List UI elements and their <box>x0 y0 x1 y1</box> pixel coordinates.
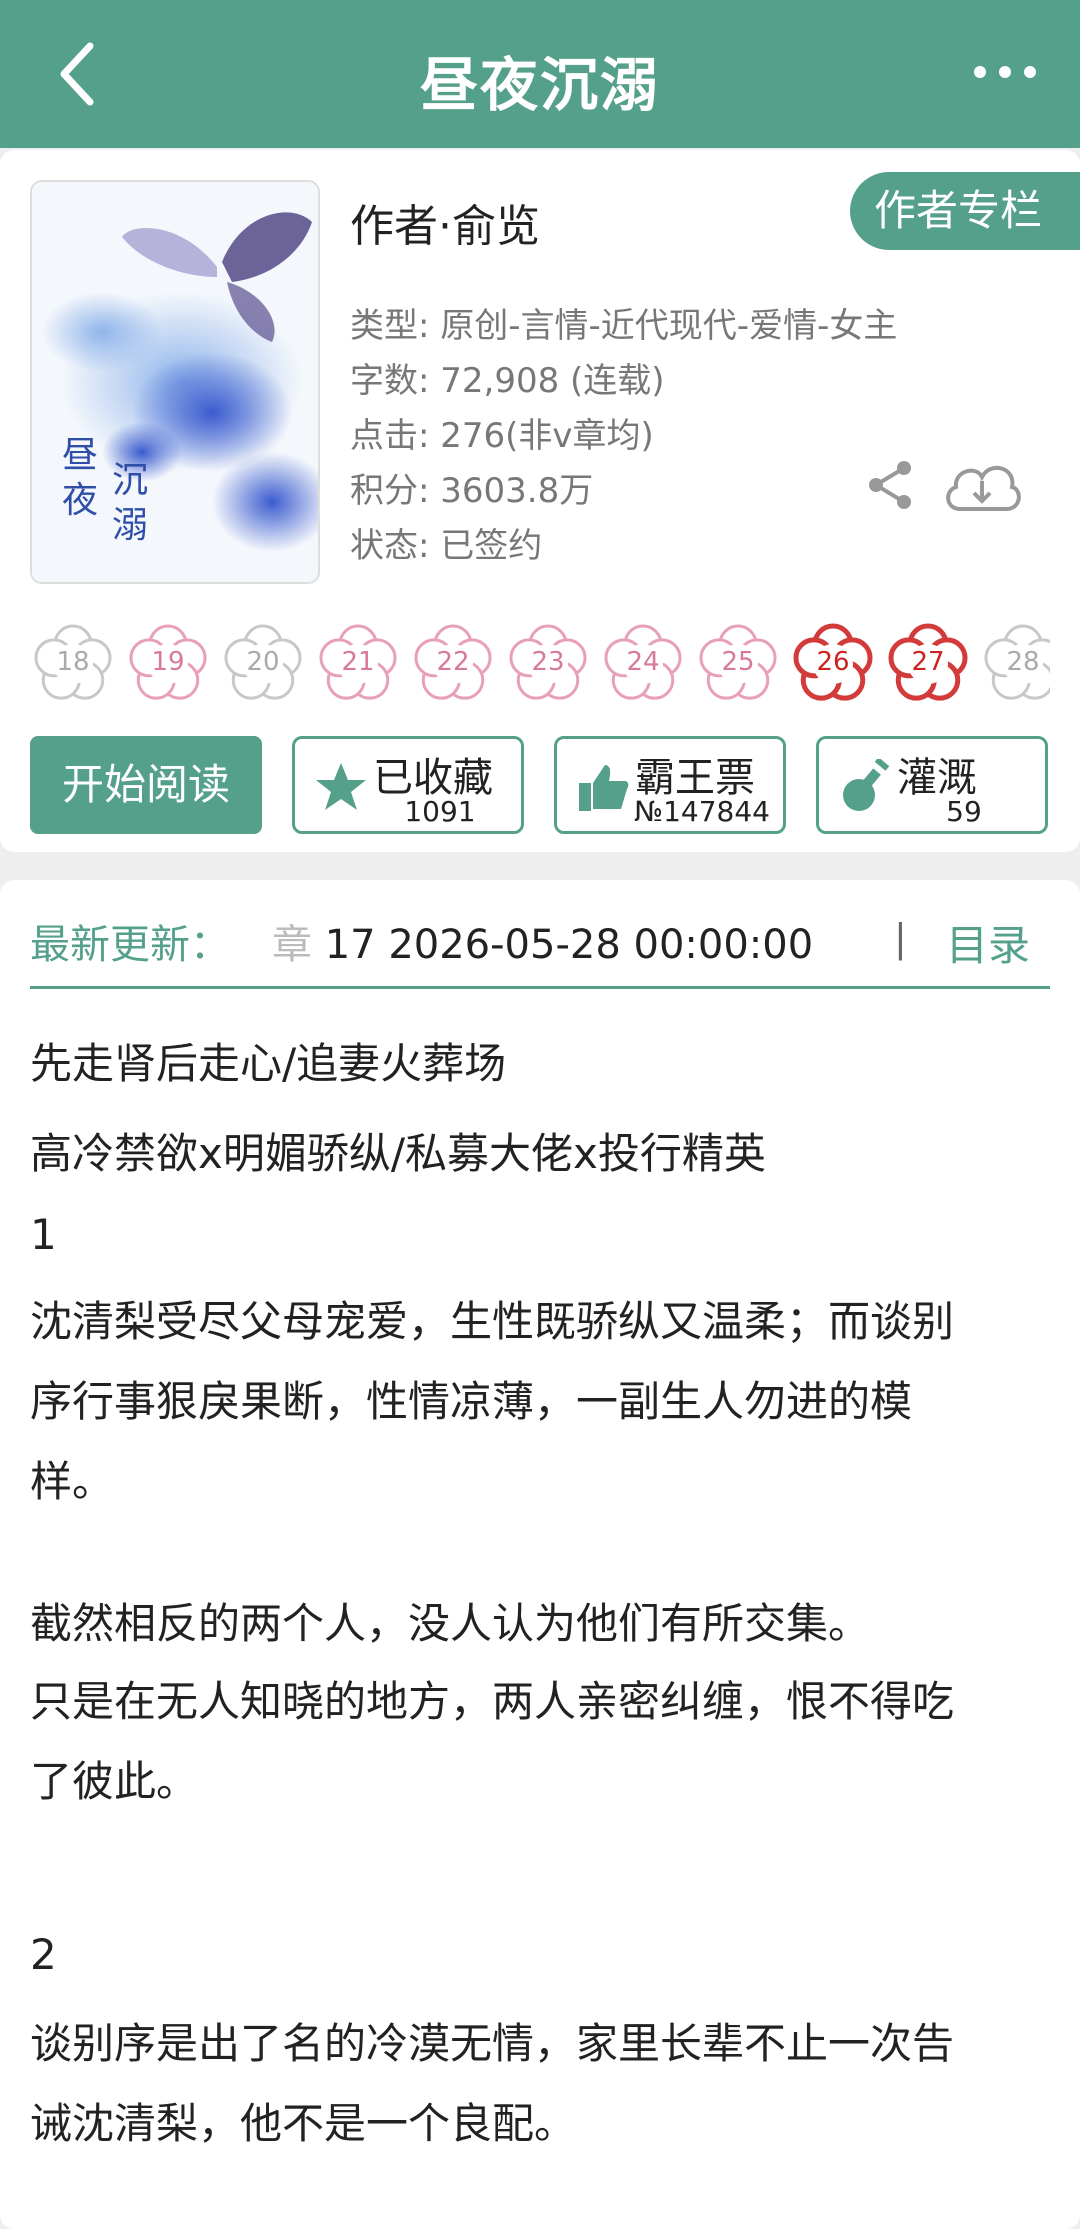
table-of-contents-link[interactable]: 目录 <box>946 912 1030 973</box>
svg-text:夜: 夜 <box>62 480 98 521</box>
synopsis-line: 截然相反的两个人，没人认为他们有所交集。 <box>30 1599 871 1648</box>
synopsis-line: 沈清梨受尽父母宠爱，生性既骄纵又温柔；而谈别 <box>30 1297 955 1346</box>
flower-number: 24 <box>626 647 660 677</box>
section-divider <box>30 986 1050 989</box>
flower-day-28[interactable]: 28 <box>980 620 1050 706</box>
latest-chapter-prefix: 章 <box>272 922 312 968</box>
book-cover[interactable]: 昼 夜 沉 溺 <box>30 180 320 584</box>
book-type: 类型: 原创-言情-近代现代-爱情-女主 <box>350 306 898 346</box>
flower-day-24[interactable]: 24 <box>600 620 686 706</box>
synopsis-line: 了彼此。 <box>30 1757 199 1806</box>
irrigate-button[interactable]: 灌溉 59 <box>816 736 1048 834</box>
sign-status: 状态: 已签约 <box>350 526 543 566</box>
synopsis-card: 最新更新： 章 17 2026-05-28 00:00:00 | 目录 先走肾后… <box>0 880 1080 2229</box>
author-column-button[interactable]: 作者专栏 <box>850 172 1080 250</box>
flower-number: 28 <box>1006 647 1040 677</box>
flower-day-25[interactable]: 25 <box>695 620 781 706</box>
flower-day-18[interactable]: 18 <box>30 620 116 706</box>
flower-number: 26 <box>816 647 850 677</box>
svg-text:沉: 沉 <box>112 460 148 501</box>
synopsis-line: 高冷禁欲x明媚骄纵/私募大佬x投行精英 <box>30 1129 766 1178</box>
flower-number: 18 <box>56 647 90 677</box>
flower-day-20[interactable]: 20 <box>220 620 306 706</box>
latest-update-label: 最新更新： <box>30 922 230 968</box>
flower-number: 20 <box>246 647 280 677</box>
share-icon[interactable] <box>864 458 918 512</box>
author-name[interactable]: 作者·俞览 <box>350 190 540 254</box>
flower-day-21[interactable]: 21 <box>315 620 401 706</box>
flower-number: 25 <box>721 647 755 677</box>
more-dots-icon[interactable] <box>970 56 1040 86</box>
synopsis-line: 样。 <box>30 1457 115 1506</box>
latest-chapter-link[interactable]: 章 17 2026-05-28 00:00:00 <box>272 912 813 970</box>
synopsis-line: 2 <box>30 1930 57 1979</box>
flower-day-19[interactable]: 19 <box>125 620 211 706</box>
flower-day-22[interactable]: 22 <box>410 620 496 706</box>
flower-day-23[interactable]: 23 <box>505 620 591 706</box>
book-info-card: 昼 夜 沉 溺 作者·俞览 作者专栏 类型: 原创-言情-近代现代-爱情-女主 … <box>0 150 1080 852</box>
flower-number: 23 <box>531 647 565 677</box>
synopsis-line: 1 <box>30 1210 57 1259</box>
flower-number: 19 <box>151 647 185 677</box>
ticket-count: №147844 <box>633 795 770 828</box>
download-icon[interactable] <box>940 455 1024 515</box>
synopsis-line: 只是在无人知晓的地方，两人亲密纠缠，恨不得吃 <box>30 1677 955 1726</box>
top-bar: 昼夜沉溺 <box>0 0 1080 148</box>
latest-chapter-info: 17 2026-05-28 00:00:00 <box>312 922 814 968</box>
flower-day-27[interactable]: 27 <box>885 620 971 706</box>
score: 积分: 3603.8万 <box>350 471 594 511</box>
flower-day-26[interactable]: 26 <box>790 620 876 706</box>
svg-text:昼: 昼 <box>62 435 98 476</box>
synopsis-line: 先走肾后走心/追妻火葬场 <box>30 1039 507 1088</box>
flower-number: 27 <box>911 647 945 677</box>
page-title: 昼夜沉溺 <box>419 51 660 119</box>
irrigate-count: 59 <box>946 795 982 828</box>
flower-number: 22 <box>436 647 470 677</box>
flower-strip[interactable]: 18 19 20 21 22 23 24 25 26 27 28 <box>30 620 1050 710</box>
divider: | <box>894 916 907 960</box>
click-count: 点击: 276(非v章均) <box>350 416 654 456</box>
synopsis-line: 序行事狠戾果断，性情凉薄，一副生人勿进的模 <box>30 1377 913 1426</box>
flower-number: 21 <box>341 647 375 677</box>
favorite-count: 1091 <box>404 795 476 828</box>
word-count: 字数: 72,908 (连载) <box>350 361 665 401</box>
favorite-button[interactable]: 已收藏 1091 <box>292 736 524 834</box>
synopsis-line: 谈别序是出了名的冷漠无情，家里长辈不止一次告 <box>30 2019 955 2068</box>
svg-text:溺: 溺 <box>112 505 148 546</box>
ticket-button[interactable]: 霸王票 №147844 <box>554 736 786 834</box>
synopsis-line: 诫沈清梨，他不是一个良配。 <box>30 2099 577 2148</box>
start-reading-button[interactable]: 开始阅读 <box>30 736 262 834</box>
